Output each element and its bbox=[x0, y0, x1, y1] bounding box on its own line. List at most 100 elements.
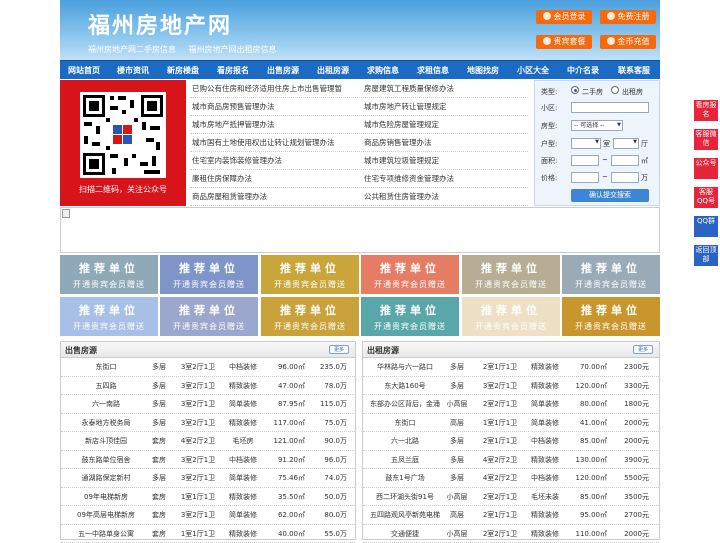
nav-communities[interactable]: 小区大全 bbox=[508, 61, 558, 80]
regulation-link[interactable]: 城市房地产转让管理规定 bbox=[364, 98, 447, 116]
table-row[interactable]: 东部办公区背后，金涌小高层2室2厅1卫简单装修80.00㎡1800元 bbox=[363, 395, 659, 414]
community-input[interactable] bbox=[571, 102, 649, 113]
side-back-to-top-button[interactable]: 返回顶部 bbox=[694, 245, 718, 266]
listing-location[interactable]: 鼓东1号广场 bbox=[367, 469, 443, 488]
regulation-link[interactable]: 商品房销售管理办法 bbox=[364, 134, 432, 152]
regulation-link[interactable]: 城市房地产抵押管理办法 bbox=[192, 116, 275, 134]
area-max-input[interactable] bbox=[611, 155, 639, 166]
recommend-unit-tile[interactable]: 推荐单位开通贵宾会员赠送 bbox=[60, 297, 158, 336]
nav-rent[interactable]: 出租房源 bbox=[308, 61, 358, 80]
nav-new-homes[interactable]: 新房楼盘 bbox=[158, 61, 208, 80]
table-row[interactable]: 鼓东路单位宿舍套房3室2厅1卫中档装修91.20㎡96.0万 bbox=[61, 451, 355, 470]
listing-location[interactable]: 六一南路 bbox=[65, 395, 147, 414]
price-min-input[interactable] bbox=[571, 172, 599, 183]
recommend-unit-tile[interactable]: 推荐单位开通贵宾会员赠送 bbox=[462, 297, 560, 336]
nav-contact[interactable]: 联系客服 bbox=[608, 61, 660, 80]
listing-location[interactable]: 西二环湖头街91号 bbox=[367, 488, 443, 507]
listing-location[interactable]: 交通便捷 bbox=[367, 525, 443, 543]
table-row[interactable]: 五凤兰庭多层4室2厅2卫精致装修130.00㎡3900元 bbox=[363, 451, 659, 470]
search-submit-button[interactable]: 确认提交搜索 bbox=[571, 189, 649, 202]
type-radio-rental[interactable] bbox=[611, 86, 619, 94]
table-row[interactable]: 六一北路多层2室1厅1卫中档装修85.00㎡2000元 bbox=[363, 432, 659, 451]
table-row[interactable]: 东街口多层3室2厅1卫中档装修96.00㎡235.0万 bbox=[61, 358, 355, 377]
table-row[interactable]: 交通便捷小高层2室2厅1卫精致装修110.00㎡2000元 bbox=[363, 525, 659, 543]
listing-location[interactable]: 通湖路保定新村 bbox=[65, 469, 147, 488]
table-row[interactable]: 09年电梯新房套房1室1厅1卫精致装修35.50㎡50.0万 bbox=[61, 488, 355, 507]
table-row[interactable]: 东街口高层1室1厅1卫简单装修41.00㎡2000元 bbox=[363, 414, 659, 433]
table-row[interactable]: 五四路多层3室2厅1卫精致装修47.00㎡78.0万 bbox=[61, 377, 355, 396]
recommend-unit-tile[interactable]: 推荐单位开通贵宾会员赠送 bbox=[261, 297, 359, 336]
regulation-link[interactable]: 城市危险房屋管理规定 bbox=[364, 116, 439, 134]
nav-wanted-buy[interactable]: 求购信息 bbox=[358, 61, 408, 80]
member-login-button[interactable]: 会员登录 bbox=[536, 10, 592, 24]
register-button[interactable]: 免费注册 bbox=[600, 10, 656, 24]
table-row[interactable]: 西二环湖头街91号小高层2室2厅1卫毛坯未装85.00㎡3500元 bbox=[363, 488, 659, 507]
listing-location[interactable]: 永泰地方税务局 bbox=[65, 414, 147, 433]
regulation-link[interactable]: 公共租赁住房管理办法 bbox=[364, 188, 439, 206]
table-row[interactable]: 新店斗顶佳园套房4室2厅2卫毛坯房121.00㎡90.0万 bbox=[61, 432, 355, 451]
nav-news[interactable]: 楼市资讯 bbox=[108, 61, 158, 80]
regulation-link[interactable]: 已购公有住房和经济适用住房上市出售管理暂 bbox=[192, 80, 342, 98]
listing-location[interactable]: 东街口 bbox=[367, 414, 443, 433]
recommend-unit-tile[interactable]: 推荐单位开通贵宾会员赠送 bbox=[60, 255, 158, 294]
secondhand-info-link[interactable]: 福州房地产网二手房信息 bbox=[88, 45, 176, 54]
type-radio-secondhand[interactable] bbox=[571, 86, 579, 94]
nav-home[interactable]: 网站首页 bbox=[60, 61, 108, 80]
coin-recharge-button[interactable]: 金币充值 bbox=[600, 35, 656, 49]
table-row[interactable]: 09年高层电梯新房套房3室2厅1卫简单装修62.00㎡80.0万 bbox=[61, 506, 355, 525]
recommend-unit-tile[interactable]: 推荐单位开通贵宾会员赠送 bbox=[361, 255, 459, 294]
table-row[interactable]: 六一南路多层3室2厅1卫简单装修87.95㎡115.0万 bbox=[61, 395, 355, 414]
regulation-link[interactable]: 廉租住房保障办法 bbox=[192, 170, 252, 188]
recommend-unit-tile[interactable]: 推荐单位开通贵宾会员赠送 bbox=[562, 255, 660, 294]
nav-wanted-rent[interactable]: 求租信息 bbox=[408, 61, 458, 80]
listing-location[interactable]: 09年电梯新房 bbox=[65, 488, 147, 507]
listing-location[interactable]: 五凤兰庭 bbox=[367, 451, 443, 470]
nav-agencies[interactable]: 中介名录 bbox=[558, 61, 608, 80]
recommend-unit-tile[interactable]: 推荐单位开通贵宾会员赠送 bbox=[160, 297, 258, 336]
listing-location[interactable]: 新店斗顶佳园 bbox=[65, 432, 147, 451]
side-wechat-button[interactable]: 客服微信 bbox=[694, 129, 718, 150]
regulation-link[interactable]: 城市建筑垃圾管理规定 bbox=[364, 152, 439, 170]
price-max-input[interactable] bbox=[611, 172, 639, 183]
sale-more-button[interactable]: 更多 bbox=[329, 345, 349, 354]
listing-location[interactable]: 六一北路 bbox=[367, 432, 443, 451]
recommend-unit-tile[interactable]: 推荐单位开通贵宾会员赠送 bbox=[160, 255, 258, 294]
room-count-select[interactable]: ▼ bbox=[571, 138, 601, 149]
recommend-unit-tile[interactable]: 推荐单位开通贵宾会员赠送 bbox=[462, 255, 560, 294]
hall-count-select[interactable]: ▼ bbox=[613, 138, 639, 149]
site-title[interactable]: 福州房地产网 bbox=[88, 8, 232, 40]
recommend-unit-tile[interactable]: 推荐单位开通贵宾会员赠送 bbox=[361, 297, 459, 336]
housing-type-select[interactable]: -- 可选择 --▼ bbox=[571, 120, 623, 131]
regulation-link[interactable]: 房屋建筑工程质量保修办法 bbox=[364, 80, 454, 98]
table-row[interactable]: 通湖路保定新村多层3室2厅1卫简单装修75.46㎡74.0万 bbox=[61, 469, 355, 488]
side-qq-group-button[interactable]: QQ群 bbox=[694, 216, 718, 237]
regulation-link[interactable]: 商品房屋租赁管理办法 bbox=[192, 188, 267, 206]
listing-location[interactable]: 鼓东路单位宿舍 bbox=[65, 451, 147, 470]
table-row[interactable]: 东大路160号多层3室2厅1卫精致装修120.00㎡3300元 bbox=[363, 377, 659, 396]
table-row[interactable]: 五四路观风亭新苑电梯高层2室1厅1卫精致装修95.00㎡2700元 bbox=[363, 506, 659, 525]
listing-location[interactable]: 五四路观风亭新苑电梯 bbox=[367, 506, 443, 525]
listing-location[interactable]: 东街口 bbox=[65, 358, 147, 377]
listing-location[interactable]: 东大路160号 bbox=[367, 377, 443, 396]
regulation-link[interactable]: 住宅专项维修资金管理办法 bbox=[364, 170, 454, 188]
table-row[interactable]: 五一中路单身公寓套房1室1厅1卫精致装修40.00㎡55.0万 bbox=[61, 525, 355, 543]
regulation-link[interactable]: 城市商品房预售管理办法 bbox=[192, 98, 275, 116]
ad-banner[interactable] bbox=[60, 207, 660, 253]
side-qq-button[interactable]: 客服QQ号 bbox=[694, 187, 718, 208]
nav-viewing-signup[interactable]: 看房报名 bbox=[208, 61, 258, 80]
listing-location[interactable]: 五一中路单身公寓 bbox=[65, 525, 147, 543]
table-row[interactable]: 华林路与六一路口多层2室1厅1卫精致装修70.00㎡2300元 bbox=[363, 358, 659, 377]
rental-info-link[interactable]: 福州房地产网出租房信息 bbox=[189, 45, 277, 54]
side-official-account-button[interactable]: 公众号 bbox=[694, 158, 718, 179]
listing-location[interactable]: 五四路 bbox=[65, 377, 147, 396]
regulation-link[interactable]: 住宅室内装饰装修管理办法 bbox=[192, 152, 282, 170]
area-min-input[interactable] bbox=[571, 155, 599, 166]
listing-location[interactable]: 东部办公区背后，金涌 bbox=[367, 395, 443, 414]
regulation-link[interactable]: 城市国有土地使用权出让转让规划管理办法 bbox=[192, 134, 335, 152]
rent-more-button[interactable]: 更多 bbox=[633, 345, 653, 354]
recommend-unit-tile[interactable]: 推荐单位开通贵宾会员赠送 bbox=[562, 297, 660, 336]
nav-sale[interactable]: 出售房源 bbox=[258, 61, 308, 80]
table-row[interactable]: 永泰地方税务局多层3室2厅1卫精致装修117.00㎡75.0万 bbox=[61, 414, 355, 433]
vip-package-button[interactable]: 贵宾套餐 bbox=[536, 35, 592, 49]
side-viewing-signup-button[interactable]: 看房报名 bbox=[694, 100, 718, 121]
